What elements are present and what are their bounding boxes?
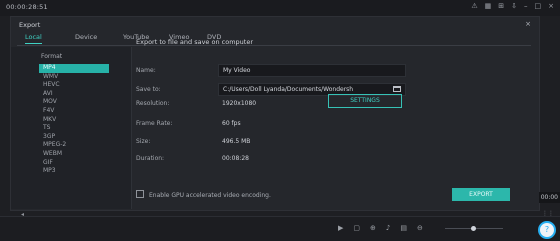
tab-local[interactable]: Local [25, 33, 42, 44]
size-label: Size: [136, 138, 151, 145]
save-path-value: C:/Users/Doll Lyanda/Documents/Wondersh [223, 86, 354, 93]
format-item-mpeg2[interactable]: MPEG-2 [39, 141, 109, 150]
resolution-label: Resolution: [136, 100, 170, 107]
grid-icon[interactable]: ▦ [485, 2, 492, 10]
close-window-icon[interactable]: × [548, 2, 554, 10]
gpu-checkbox[interactable] [136, 190, 144, 198]
minimize-icon[interactable]: – [524, 2, 528, 10]
format-item-gif[interactable]: GIF [39, 159, 109, 168]
format-item-ts[interactable]: TS [39, 124, 109, 133]
format-item-mkv[interactable]: MKV [39, 116, 109, 125]
format-item-hevc[interactable]: HEVC [39, 81, 109, 90]
format-item-f4v[interactable]: F4V [39, 107, 109, 116]
warning-icon[interactable]: ⚠ [471, 2, 477, 10]
title-bar: 00:00:28:51 ⚠ ▦ ⊞ ⇩ – □ × [0, 0, 560, 16]
resolution-value: 1920x1080 [222, 100, 257, 107]
frame-rate-value: 60 fps [222, 120, 241, 127]
toolbar-icons: ▶ ▢ ⊕ ♪ ▤ ⊖ [338, 224, 423, 232]
maximize-icon[interactable]: □ [535, 2, 542, 10]
window-controls: ⚠ ▦ ⊞ ⇩ – □ × [471, 2, 554, 10]
download-icon[interactable]: ⇩ [511, 2, 517, 10]
tab-device[interactable]: Device [75, 33, 97, 41]
format-list: MP4 WMV HEVC AVI MOV F4V MKV TS 3GP MPEG… [39, 64, 109, 176]
marker-icon[interactable]: ▢ [353, 224, 360, 232]
subtitle-icon[interactable]: ▤ [400, 224, 407, 232]
settings-button[interactable]: SETTINGS [328, 94, 402, 108]
format-item-3gp[interactable]: 3GP [39, 133, 109, 142]
format-item-mov[interactable]: MOV [39, 98, 109, 107]
help-icon[interactable]: ? [538, 221, 556, 239]
gpu-option[interactable]: Enable GPU accelerated video encoding. [136, 190, 271, 199]
export-heading: Export to file and save on computer [136, 38, 253, 46]
name-input-value: My Video [223, 67, 251, 74]
format-header: Format [41, 53, 63, 60]
zoom-slider-knob[interactable] [471, 226, 476, 231]
format-item-wmv[interactable]: WMV [39, 73, 109, 82]
close-icon[interactable]: × [525, 20, 531, 28]
format-item-webm[interactable]: WEBM [39, 150, 109, 159]
export-tabs: Local Device YouTube Vimeo DVD [17, 33, 531, 46]
format-panel: Format MP4 WMV HEVC AVI MOV F4V MKV TS 3… [11, 47, 132, 218]
audio-icon[interactable]: ♪ [386, 224, 390, 232]
name-label: Name: [136, 67, 156, 74]
layout-icon[interactable]: ⊞ [498, 2, 504, 10]
frame-rate-label: Frame Rate: [136, 120, 173, 127]
export-button[interactable]: EXPORT [452, 188, 510, 201]
zoom-slider[interactable] [445, 226, 503, 231]
name-field[interactable]: My Video [218, 64, 406, 77]
format-item-avi[interactable]: AVI [39, 90, 109, 99]
add-track-icon[interactable]: ⊕ [370, 224, 376, 232]
export-dialog: Export × Local Device YouTube Vimeo DVD … [10, 16, 540, 218]
folder-icon[interactable] [393, 86, 401, 92]
preview-timecode: 00:00 [538, 192, 560, 203]
timecode: 00:00:28:51 [6, 3, 48, 11]
format-item-mp4[interactable]: MP4 [39, 64, 109, 73]
size-value: 496.5 MB [222, 138, 251, 145]
gpu-label: Enable GPU accelerated video encoding. [149, 192, 271, 199]
zoom-out-icon[interactable]: ⊖ [417, 224, 423, 232]
duration-label: Duration: [136, 155, 165, 162]
format-item-mp3[interactable]: MP3 [39, 167, 109, 176]
bottom-toolbar: ▶ ▢ ⊕ ♪ ▤ ⊖ ? [0, 216, 560, 241]
play-icon[interactable]: ▶ [338, 224, 343, 232]
save-to-label: Save to: [136, 86, 161, 93]
dialog-title: Export [19, 21, 41, 29]
duration-value: 00:08:28 [222, 155, 249, 162]
